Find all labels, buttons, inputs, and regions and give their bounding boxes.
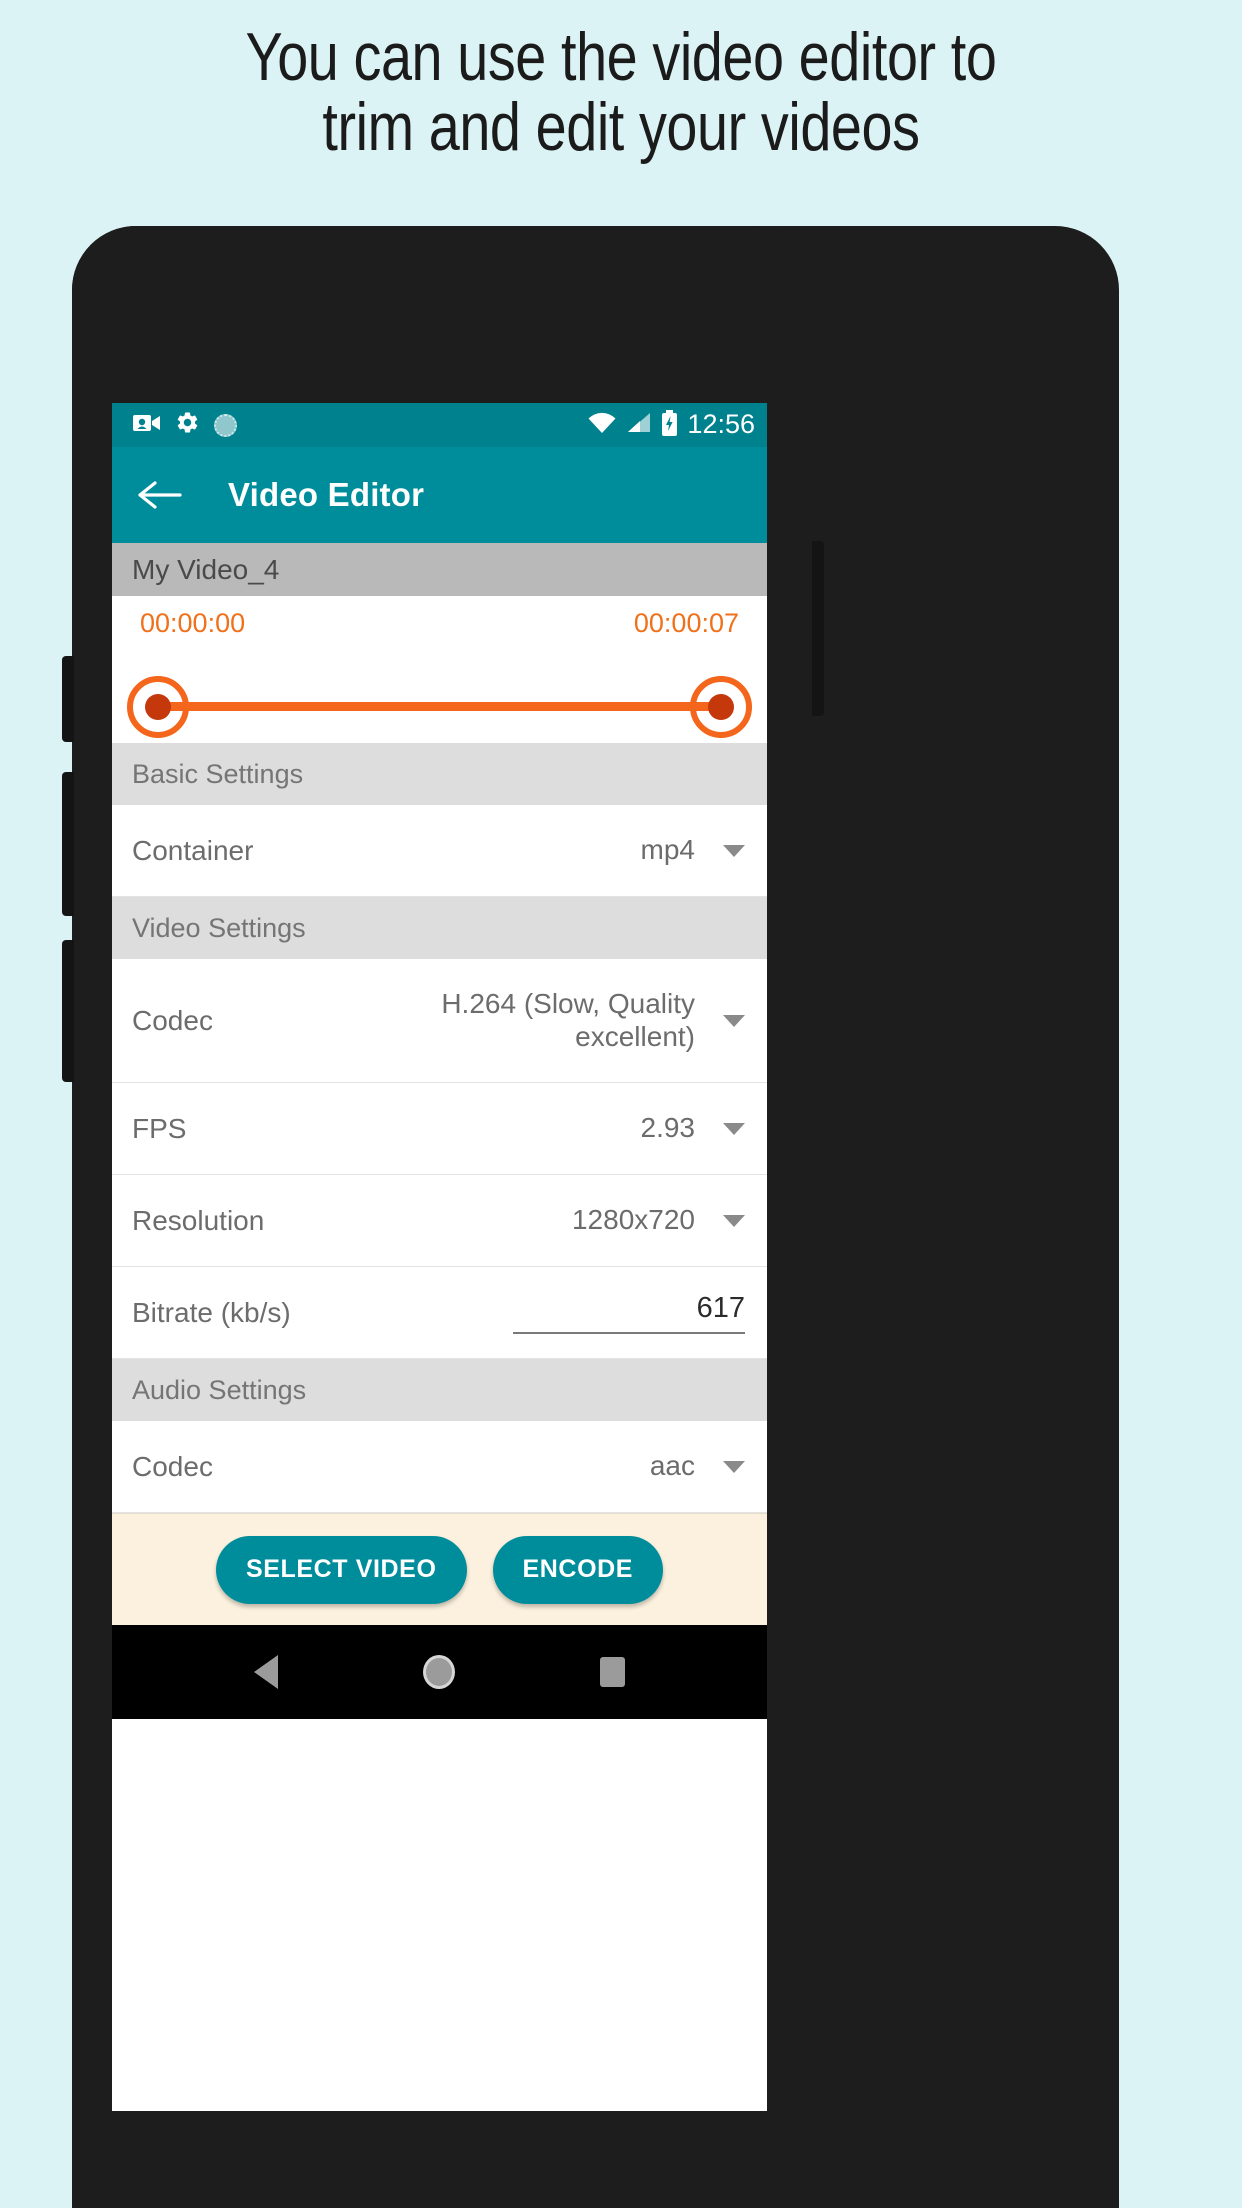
- status-bar-clock: 12:56: [687, 408, 755, 439]
- page-title: Video Editor: [228, 476, 425, 513]
- video-name-label: My Video_4: [132, 553, 280, 585]
- back-arrow-icon[interactable]: [134, 469, 186, 521]
- section-header-audio-settings: Audio Settings: [112, 1359, 767, 1421]
- setting-value-resolution: 1280x720: [571, 1204, 695, 1236]
- setting-row-bitrate[interactable]: Bitrate (kb/s) 617: [112, 1267, 767, 1359]
- chevron-down-icon[interactable]: [723, 844, 745, 857]
- battery-charging-icon: [661, 409, 678, 441]
- section-label: Video Settings: [132, 912, 306, 943]
- nav-home-icon[interactable]: [422, 1655, 455, 1689]
- video-name-bar: My Video_4: [112, 543, 767, 596]
- android-nav-bar: [112, 1625, 767, 1719]
- phone-frame: 12:56 Video Editor My Video_4 00:00:00 0…: [62, 226, 824, 2208]
- nav-back-icon[interactable]: [254, 1655, 279, 1689]
- headline-line-1: You can use the video editor to: [245, 19, 997, 95]
- phone-side-button-middle[interactable]: [62, 772, 74, 916]
- signal-icon: [626, 412, 652, 439]
- chevron-down-icon[interactable]: [723, 1122, 745, 1135]
- setting-value-audio-codec: aac: [649, 1450, 695, 1482]
- section-label: Audio Settings: [132, 1374, 307, 1405]
- setting-value-container: mp4: [640, 834, 695, 866]
- setting-label-video-codec: Codec: [132, 1004, 213, 1036]
- wifi-icon: [587, 412, 617, 439]
- app-bar: Video Editor: [112, 447, 767, 543]
- headline-line-2: trim and edit your videos: [322, 89, 920, 166]
- setting-label-container: Container: [132, 834, 254, 866]
- setting-label-fps: FPS: [132, 1112, 187, 1144]
- setting-row-resolution[interactable]: Resolution 1280x720: [112, 1175, 767, 1267]
- section-header-video-settings: Video Settings: [112, 897, 767, 959]
- bitrate-input[interactable]: 617: [513, 1292, 745, 1334]
- phone-side-button-top[interactable]: [62, 656, 74, 742]
- trim-end-handle[interactable]: [690, 676, 752, 738]
- video-camera-icon: [133, 413, 161, 438]
- phone-power-button[interactable]: [812, 541, 824, 716]
- section-header-basic-settings: Basic Settings: [112, 743, 767, 805]
- trim-range-section: 00:00:00 00:00:07: [112, 596, 767, 743]
- trim-track: [158, 702, 721, 711]
- select-video-button[interactable]: SELECT VIDEO: [215, 1535, 467, 1604]
- phone-screen: 12:56 Video Editor My Video_4 00:00:00 0…: [112, 403, 767, 2111]
- chevron-down-icon[interactable]: [723, 1014, 745, 1027]
- setting-label-bitrate: Bitrate (kb/s): [132, 1296, 291, 1328]
- nav-recents-icon[interactable]: [599, 1657, 625, 1687]
- bottom-action-bar: SELECT VIDEO ENCODE: [112, 1513, 767, 1625]
- setting-row-container[interactable]: Container mp4: [112, 805, 767, 897]
- setting-row-audio-codec[interactable]: Codec aac: [112, 1421, 767, 1513]
- trim-range-slider[interactable]: [127, 671, 752, 741]
- gear-icon: [175, 410, 200, 440]
- chevron-down-icon[interactable]: [723, 1214, 745, 1227]
- setting-label-resolution: Resolution: [132, 1204, 265, 1236]
- trim-start-time: 00:00:00: [140, 608, 246, 638]
- trim-end-time: 00:00:07: [633, 608, 739, 638]
- promo-headline: You can use the video editor to trim and…: [112, 0, 1130, 162]
- encode-button[interactable]: ENCODE: [492, 1535, 664, 1604]
- setting-label-audio-codec: Codec: [132, 1450, 213, 1482]
- sync-icon: [214, 413, 237, 437]
- setting-row-fps[interactable]: FPS 2.93: [112, 1083, 767, 1175]
- setting-value-video-codec: H.264 (Slow, Quality excellent): [441, 988, 695, 1052]
- chevron-down-icon[interactable]: [723, 1460, 745, 1473]
- section-label: Basic Settings: [132, 758, 304, 789]
- setting-row-video-codec[interactable]: Codec H.264 (Slow, Quality excellent): [112, 959, 767, 1083]
- setting-value-fps: 2.93: [640, 1112, 696, 1144]
- phone-side-button-bottom[interactable]: [62, 940, 74, 1082]
- status-bar: 12:56: [112, 403, 767, 447]
- trim-start-handle[interactable]: [127, 676, 189, 738]
